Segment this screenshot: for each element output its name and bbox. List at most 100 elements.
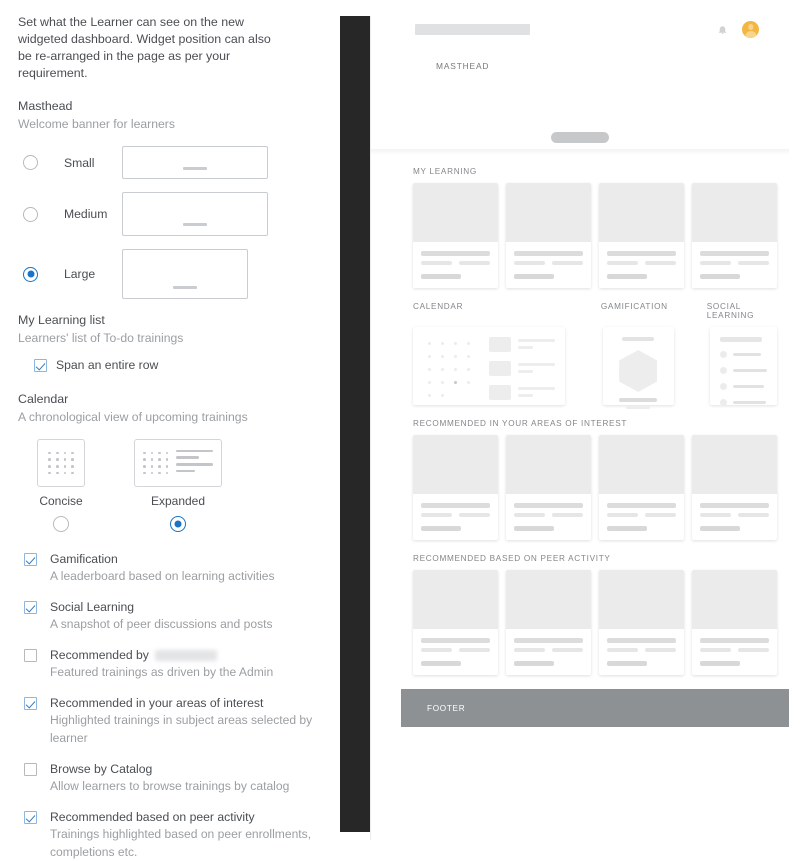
widget-option-areas-of-interest[interactable]: Recommended in your areas of interest Hi… (24, 696, 322, 747)
card[interactable] (413, 570, 498, 675)
masthead-option-large[interactable]: Large (18, 249, 322, 299)
card-footer-line (421, 274, 462, 279)
masthead-size-options: Small Medium Large (18, 146, 322, 299)
social-post-item[interactable] (719, 399, 767, 406)
calendar-concise-label: Concise (39, 494, 83, 508)
widget-areas-of-interest-label: Recommended in your areas of interest (50, 696, 264, 710)
checkbox-span-entire-row[interactable] (34, 359, 47, 372)
social-post-item[interactable] (719, 351, 767, 358)
card[interactable] (692, 183, 777, 288)
masthead-label: MASTHEAD (436, 61, 490, 71)
preview-left-rail (340, 16, 370, 832)
section-widget-row: CALENDAR GAMIFICATION SOCIAL LEARNING (371, 302, 789, 409)
card-thumbnail (413, 570, 498, 629)
masthead-cta-placeholder[interactable] (551, 132, 609, 143)
calendar-event-item[interactable] (489, 385, 555, 400)
calendar-style-expanded[interactable]: Expanded (118, 439, 238, 532)
card-thumbnail (599, 570, 684, 629)
card[interactable] (506, 183, 591, 288)
preview-masthead: MASTHEAD (371, 16, 789, 149)
calendar-event-item[interactable] (489, 361, 555, 376)
event-thumbnail (489, 337, 511, 352)
card-meta-line (645, 261, 676, 265)
card-footer-line (514, 274, 555, 279)
widget-option-recommended-by[interactable]: Recommended by Featured trainings as dri… (24, 648, 322, 681)
calendar-style-concise[interactable]: Concise (18, 439, 104, 532)
radio-calendar-concise[interactable] (53, 516, 69, 532)
card-title-line (421, 503, 490, 508)
widget-peer-activity-desc: Trainings highlighted based on peer enro… (50, 827, 312, 859)
card[interactable] (506, 570, 591, 675)
gamification-title-placeholder (622, 337, 655, 341)
checkbox-recommended-by[interactable] (24, 649, 37, 662)
widget-option-browse-catalog[interactable]: Browse by Catalog Allow learners to brow… (24, 762, 322, 795)
card-meta-line (645, 513, 676, 517)
calendar-widget[interactable] (413, 327, 565, 405)
card-thumbnail (692, 570, 777, 629)
widget-gamification-desc: A leaderboard based on learning activiti… (50, 569, 275, 583)
card-meta-line (607, 513, 638, 517)
card-thumbnail (413, 435, 498, 494)
widget-option-peer-activity[interactable]: Recommended based on peer activity Train… (24, 810, 322, 861)
event-thumbnail (489, 361, 511, 376)
social-learning-widget[interactable] (709, 327, 777, 406)
widget-option-gamification[interactable]: Gamification A leaderboard based on lear… (24, 552, 322, 585)
card[interactable] (599, 435, 684, 540)
social-post-item[interactable] (719, 367, 767, 374)
masthead-shadow (371, 149, 789, 155)
card-title-line (421, 638, 490, 643)
card-meta-line (700, 513, 731, 517)
card-thumbnail (599, 435, 684, 494)
widget-social-learning-label: Social Learning (50, 600, 135, 614)
user-avatar[interactable] (742, 21, 759, 38)
gamification-widget[interactable] (602, 327, 674, 409)
text-lines-icon (176, 449, 213, 476)
calendar-concise-thumbnail (37, 439, 85, 487)
widget-peer-activity-label: Recommended based on peer activity (50, 810, 255, 824)
card-meta-line (514, 513, 545, 517)
checkbox-browse-catalog[interactable] (24, 763, 37, 776)
card-title-line (607, 638, 676, 643)
card[interactable] (413, 183, 498, 288)
dot-grid-icon (48, 451, 74, 475)
card-title-line (607, 503, 676, 508)
my-learning-subtitle: Learners' list of To-do trainings (18, 331, 184, 345)
radio-small[interactable] (23, 155, 38, 170)
card-title-line (514, 638, 583, 643)
checkbox-peer-activity[interactable] (24, 811, 37, 824)
card[interactable] (413, 435, 498, 540)
card-footer-line (607, 661, 648, 666)
checkbox-gamification[interactable] (24, 553, 37, 566)
card[interactable] (599, 570, 684, 675)
my-learning-card-row (413, 183, 777, 288)
card[interactable] (692, 570, 777, 675)
social-post-item[interactable] (719, 383, 767, 390)
card[interactable] (599, 183, 684, 288)
calendar-event-item[interactable] (489, 337, 555, 352)
span-entire-row-option[interactable]: Span an entire row (34, 358, 322, 372)
section-peer-activity: RECOMMENDED BASED ON PEER ACTIVITY (371, 554, 789, 675)
radio-calendar-expanded[interactable] (170, 516, 186, 532)
checkbox-areas-of-interest[interactable] (24, 697, 37, 710)
checkbox-social-learning[interactable] (24, 601, 37, 614)
intro-text: Set what the Learner can see on the new … (18, 15, 271, 80)
widget-browse-catalog-desc: Allow learners to browse trainings by ca… (50, 779, 290, 793)
badge-hexagon-icon (619, 350, 658, 392)
settings-panel: Set what the Learner can see on the new … (0, 0, 340, 859)
masthead-option-small[interactable]: Small (18, 146, 322, 179)
widget-option-social-learning[interactable]: Social Learning A snapshot of peer discu… (24, 600, 322, 633)
bell-icon[interactable] (717, 24, 728, 35)
radio-medium[interactable] (23, 206, 38, 222)
card-title-line (700, 251, 769, 256)
card-meta-line (552, 513, 583, 517)
widget-browse-catalog-label: Browse by Catalog (50, 762, 153, 776)
section-areas-of-interest-heading: RECOMMENDED IN YOUR AREAS OF INTEREST (413, 419, 628, 428)
widget-recommended-by-label: Recommended by (50, 648, 149, 662)
dashboard-preview: MASTHEAD MY LEARNING CALENDAR GAMIFICATI… (340, 16, 789, 840)
card[interactable] (506, 435, 591, 540)
radio-large[interactable] (23, 266, 38, 282)
calendar-subtitle: A chronological view of upcoming trainin… (18, 410, 248, 424)
card[interactable] (692, 435, 777, 540)
masthead-option-medium[interactable]: Medium (18, 192, 322, 236)
card-meta-line (459, 513, 490, 517)
